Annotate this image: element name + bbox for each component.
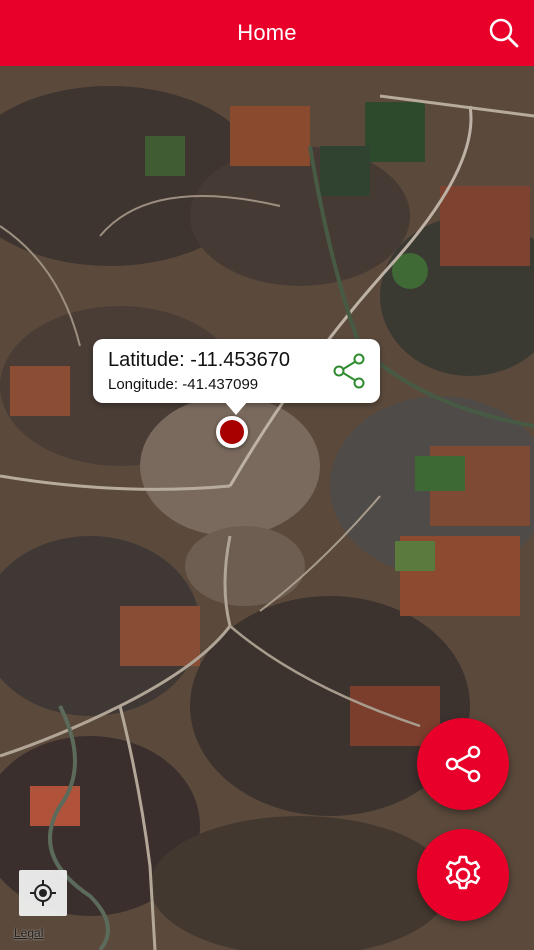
callout-share-button[interactable] xyxy=(332,353,366,389)
search-icon xyxy=(489,18,519,48)
settings-button[interactable] xyxy=(417,829,509,921)
share-icon xyxy=(333,353,365,389)
satellite-map[interactable] xyxy=(0,66,534,950)
navigation-bar: Home xyxy=(0,0,534,66)
callout-pointer xyxy=(224,401,248,415)
map-imagery xyxy=(0,66,534,950)
latitude-label: Latitude: -11.453670 xyxy=(108,349,291,371)
crosshair-icon xyxy=(30,880,56,906)
location-pin[interactable] xyxy=(216,416,248,448)
coordinates-callout: Latitude: -11.453670 Longitude: -41.4370… xyxy=(93,339,380,415)
legal-link[interactable]: Legal xyxy=(14,926,43,940)
search-button[interactable] xyxy=(488,17,520,49)
page-title: Home xyxy=(237,20,297,45)
longitude-label: Longitude: -41.437099 xyxy=(108,376,259,393)
gear-icon xyxy=(445,855,481,890)
share-location-button[interactable] xyxy=(417,718,509,810)
share-icon xyxy=(445,745,481,783)
locate-me-button[interactable] xyxy=(19,870,67,916)
